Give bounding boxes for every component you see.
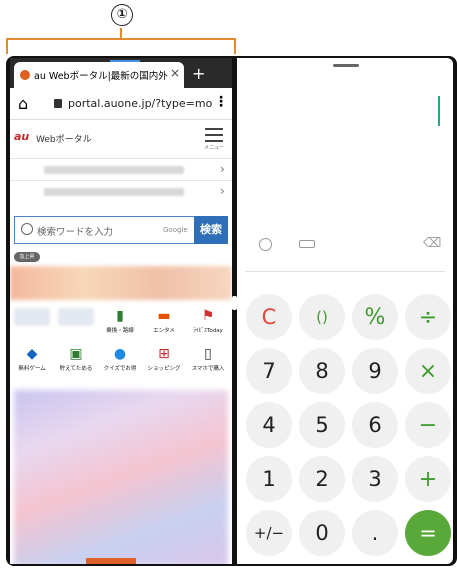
service-tile-savings[interactable]: ▣ 貯えてためる: [54, 344, 98, 380]
digit-1-button[interactable]: 1: [246, 456, 292, 502]
digit-7-button[interactable]: 7: [246, 348, 292, 394]
service-tile-phone[interactable]: ▯ スマホで購入: [186, 344, 230, 380]
digit-9-button[interactable]: 9: [352, 348, 398, 394]
search-icon: [21, 223, 33, 235]
calculator-window: ⌫ C () % ÷ 7 8 9 × 4 5 6 − 1 2 3 + +/− 0…: [237, 58, 453, 564]
au-favicon-icon: [20, 70, 30, 80]
address-bar: ⌂ portal.auone.jp/?type=mo ⋮: [10, 88, 232, 120]
tab-title: au Webポータル|最新の国内外: [34, 71, 168, 82]
digit-2-button[interactable]: 2: [299, 456, 345, 502]
chevron-right-icon: ›: [220, 184, 225, 198]
plus-minus-button[interactable]: +/−: [246, 510, 292, 556]
digit-4-button[interactable]: 4: [246, 402, 292, 448]
digit-0-button[interactable]: 0: [299, 510, 345, 556]
service-tile-today[interactable]: ⚑ ﾗｲﾋﾞｽToday: [186, 306, 230, 342]
digit-6-button[interactable]: 6: [352, 402, 398, 448]
equals-button[interactable]: =: [405, 510, 451, 556]
close-tab-icon[interactable]: ×: [170, 66, 180, 80]
backspace-icon[interactable]: ⌫: [423, 236, 441, 251]
digit-3-button[interactable]: 3: [352, 456, 398, 502]
separator: [245, 271, 445, 272]
search-input[interactable]: 検索ワードを入力 Google: [14, 216, 194, 244]
add-button[interactable]: +: [405, 456, 451, 502]
quiz-icon: ●: [113, 346, 127, 362]
divide-button[interactable]: ÷: [405, 294, 451, 340]
service-tile-transit[interactable]: ▮ 乗換・路線: [98, 306, 142, 342]
browser-menu-icon[interactable]: ⋮: [214, 94, 228, 110]
service-tile-quiz[interactable]: ● クイズでお得: [98, 344, 142, 380]
news-headline-blurred: [44, 166, 184, 174]
decimal-button[interactable]: .: [352, 510, 398, 556]
parentheses-button[interactable]: (): [299, 294, 345, 340]
au-logo[interactable]: au: [14, 130, 29, 143]
cart-icon: ⊞: [158, 346, 170, 362]
service-tile-shopping[interactable]: ⊞ ショッピング: [142, 344, 186, 380]
new-tab-button[interactable]: +: [192, 64, 205, 83]
flag-icon: ⚑: [201, 308, 215, 324]
history-icon[interactable]: [259, 238, 272, 251]
news-headline-blurred: [44, 188, 184, 196]
browser-tab[interactable]: au Webポータル|最新の国内外 ×: [14, 62, 184, 88]
service-tile[interactable]: [54, 306, 98, 342]
url-field[interactable]: portal.auone.jp/?type=mo: [68, 97, 212, 110]
callout-bracket: [6, 38, 236, 54]
train-icon: ▮: [116, 308, 124, 324]
clear-button[interactable]: C: [246, 294, 292, 340]
ad-banner-blurred[interactable]: [10, 266, 232, 300]
trending-tag: 急上昇: [14, 252, 40, 262]
multiply-button[interactable]: ×: [405, 348, 451, 394]
gamepad-icon: ◆: [26, 346, 38, 362]
entertainment-icon: ▬: [157, 308, 171, 324]
digit-8-button[interactable]: 8: [299, 348, 345, 394]
service-tile[interactable]: [10, 306, 54, 342]
search-placeholder: 検索ワードを入力: [37, 227, 114, 238]
browser-window: au Webポータル|最新の国内外 × + ⌂ portal.auone.jp/…: [10, 58, 232, 564]
menu-label: メニュー: [204, 145, 225, 151]
search-button[interactable]: 検索: [194, 216, 228, 244]
service-tile-entame[interactable]: ▬ エンタメ: [142, 306, 186, 342]
news-row[interactable]: ›: [10, 158, 232, 180]
window-handle[interactable]: [333, 64, 359, 67]
ruler-icon[interactable]: [299, 240, 315, 248]
percent-button[interactable]: %: [352, 294, 398, 340]
digit-5-button[interactable]: 5: [299, 402, 345, 448]
wallet-icon: ▣: [69, 346, 83, 362]
phone-icon: ▯: [204, 346, 212, 362]
promo-image-blurred[interactable]: [14, 390, 228, 564]
display-cursor: [438, 96, 440, 126]
site-name: Webポータル: [36, 135, 92, 145]
callout-stem: [120, 28, 122, 38]
chevron-right-icon: ›: [220, 162, 225, 176]
home-icon[interactable]: ⌂: [18, 94, 28, 113]
lock-icon: [54, 99, 62, 108]
callout-number: ①: [111, 4, 133, 26]
tab-strip: au Webポータル|最新の国内外 × +: [10, 58, 232, 88]
service-tile-games[interactable]: ◆ 無料ゲーム: [10, 344, 54, 380]
bottom-tab-indicator: [86, 558, 136, 564]
subtract-button[interactable]: −: [405, 402, 451, 448]
news-row[interactable]: ›: [10, 180, 232, 202]
google-label: Google: [163, 226, 188, 234]
